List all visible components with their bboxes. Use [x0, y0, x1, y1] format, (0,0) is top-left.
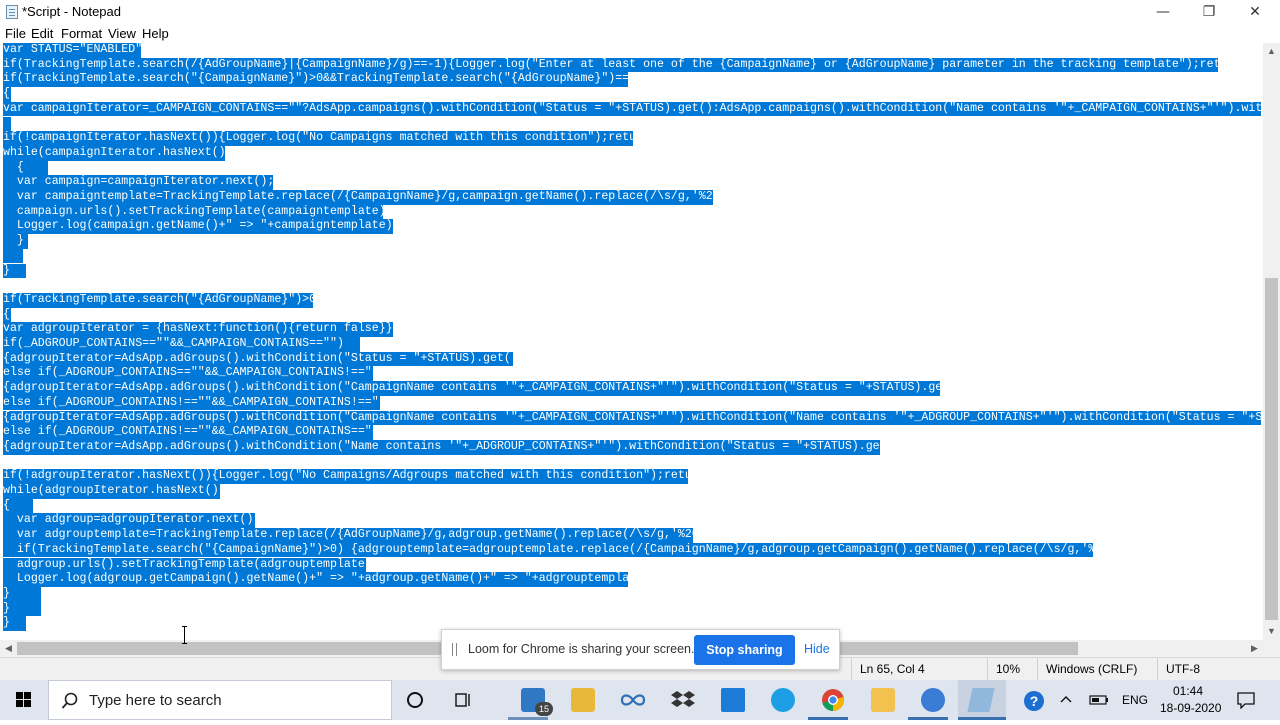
maximize-button[interactable]: ❐ [1186, 0, 1232, 24]
code-line[interactable]: var adgroup=adgroupIterator.next(); [3, 513, 261, 528]
edge-icon[interactable] [771, 688, 795, 712]
code-line[interactable]: } [3, 587, 10, 602]
code-line[interactable]: else if(_ADGROUP_CONTAINS==""&&_CAMPAIGN… [3, 366, 386, 381]
code-line[interactable]: } [3, 264, 10, 279]
mail-badge: 15 [535, 702, 553, 716]
scroll-left-icon[interactable]: ◀ [0, 640, 17, 657]
clock-date[interactable]: 18-09-2020 [1160, 701, 1221, 715]
window-title: *Script - Notepad [22, 4, 121, 19]
code-line[interactable]: campaign.urls().setTrackingTemplate(camp… [3, 205, 393, 220]
code-line[interactable]: } [3, 602, 10, 617]
menu-bar: File Edit Format View Help [0, 24, 1280, 43]
code-line[interactable]: while(campaignIterator.hasNext()) [3, 146, 233, 161]
hide-button[interactable]: Hide [804, 642, 830, 656]
dropbox-icon[interactable] [671, 689, 695, 711]
svg-text:?: ? [1030, 693, 1039, 709]
code-line[interactable]: if(!adgroupIterator.hasNext()){Logger.lo… [3, 469, 713, 484]
code-line[interactable]: { [3, 161, 24, 176]
text-editor[interactable]: var STATUS="ENABLED"; //ENABLED, PAUSED i… [0, 43, 1263, 640]
code-line[interactable]: if(TrackingTemplate.search(/{AdGroupName… [3, 58, 1248, 73]
menu-edit[interactable]: Edit [31, 26, 53, 41]
loom-message: Loom for Chrome is sharing your screen. [468, 642, 695, 656]
code-line[interactable]: Logger.log(campaign.getName()+" => "+cam… [3, 219, 393, 234]
code-line[interactable]: var campaignIterator=_CAMPAIGN_CONTAINS=… [3, 102, 1263, 117]
infinity-app-icon[interactable] [619, 692, 647, 708]
title-bar: *Script - Notepad — ❐ ✕ [0, 0, 1280, 24]
scroll-corner [1263, 640, 1280, 657]
notification-icon[interactable] [1236, 691, 1256, 709]
code-line[interactable]: var STATUS="ENABLED"; //ENABLED, PAUSED [3, 43, 414, 58]
drag-handle-icon[interactable] [452, 643, 453, 656]
file-explorer-icon[interactable] [571, 688, 595, 712]
scroll-down-icon[interactable]: ▼ [1263, 623, 1280, 640]
code-line[interactable]: adgroup.urls().setTrackingTemplate(adgro… [3, 558, 379, 573]
line-ending: Windows (CRLF) [1037, 658, 1157, 680]
code-line[interactable]: var campaign=campaignIterator.next(); [3, 175, 274, 190]
code-line[interactable]: if(_ADGROUP_CONTAINS==""&&_CAMPAIGN_CONT… [3, 337, 344, 352]
vertical-scroll-thumb[interactable] [1265, 278, 1278, 620]
code-line[interactable]: { [3, 308, 10, 323]
code-line[interactable]: { [3, 87, 10, 102]
scroll-right-icon[interactable]: ▶ [1246, 640, 1263, 657]
search-icon [61, 692, 78, 709]
code-line[interactable]: var adgrouptemplate=TrackingTemplate.rep… [3, 528, 720, 543]
code-line[interactable]: if(TrackingTemplate.search("{CampaignNam… [3, 72, 650, 87]
battery-icon[interactable] [1089, 692, 1111, 708]
cursor-position: Ln 65, Col 4 [851, 658, 987, 680]
windows-logo-icon [16, 692, 31, 707]
stop-sharing-button[interactable]: Stop sharing [694, 635, 795, 665]
minimize-button[interactable]: — [1140, 0, 1186, 24]
code-line[interactable]: Logger.log(adgroup.getCampaign().getName… [3, 572, 650, 587]
code-line[interactable]: while(adgroupIterator.hasNext()) [3, 484, 226, 499]
menu-view[interactable]: View [108, 26, 136, 41]
taskbar-search-box[interactable]: Type here to search [48, 680, 392, 720]
chevron-up-icon[interactable] [1060, 694, 1072, 704]
help-icon[interactable]: ? [1022, 689, 1046, 713]
language-indicator[interactable]: ENG [1122, 693, 1148, 707]
taskbar: Type here to search 15 ? ENG 01:44 18-09… [0, 680, 1280, 720]
code-line[interactable]: if(!campaignIterator.hasNext()){Logger.l… [3, 131, 657, 146]
menu-format[interactable]: Format [61, 26, 102, 41]
code-line[interactable]: if(TrackingTemplate.search("{AdGroupName… [3, 293, 323, 308]
zoom-level: 10% [987, 658, 1037, 680]
code-line[interactable]: else if(_ADGROUP_CONTAINS!==""&&_CAMPAIG… [3, 425, 386, 440]
notepad-taskbar-button[interactable] [958, 680, 1006, 720]
code-line[interactable]: if(TrackingTemplate.search("{CampaignNam… [3, 543, 1137, 558]
code-line[interactable]: var campaigntemplate=TrackingTemplate.re… [3, 190, 741, 205]
connectivity-app-icon[interactable] [921, 688, 945, 712]
code-line[interactable]: {adgroupIterator=AdsApp.adGroups().withC… [3, 440, 914, 455]
code-line[interactable]: else if(_ADGROUP_CONTAINS!==""&&_CAMPAIG… [3, 396, 393, 411]
code-line[interactable]: { [3, 499, 10, 514]
code-line[interactable]: var adgroupIterator = {hasNext:function(… [3, 322, 393, 337]
menu-file[interactable]: File [5, 26, 26, 41]
code-line[interactable]: } [3, 234, 24, 249]
code-line[interactable]: } [3, 616, 10, 631]
sticky-folder-icon[interactable] [871, 688, 895, 712]
text-cursor-icon [182, 626, 187, 644]
notepad-icon [6, 5, 18, 19]
close-button[interactable]: ✕ [1232, 0, 1278, 24]
clock-time[interactable]: 01:44 [1173, 684, 1203, 698]
menu-help[interactable]: Help [142, 26, 169, 41]
task-view-icon[interactable] [453, 690, 473, 710]
chrome-icon[interactable] [821, 688, 845, 712]
selection-highlight [3, 116, 11, 132]
search-placeholder: Type here to search [89, 692, 222, 709]
code-line[interactable]: {adgroupIterator=AdsApp.adGroups().withC… [3, 411, 1263, 426]
selection-highlight [3, 248, 23, 264]
notepad-taskbar-icon [967, 688, 995, 712]
loom-sharing-banner: Loom for Chrome is sharing your screen. … [441, 629, 840, 670]
code-line[interactable]: {adgroupIterator=AdsApp.adGroups().withC… [3, 352, 532, 367]
start-button[interactable] [0, 680, 48, 720]
scroll-up-icon[interactable]: ▲ [1263, 43, 1280, 60]
store-icon[interactable] [721, 688, 745, 712]
code-line[interactable]: {adgroupIterator=AdsApp.adGroups().withC… [3, 381, 977, 396]
cortana-icon[interactable] [406, 691, 424, 709]
encoding: UTF-8 [1157, 658, 1280, 680]
